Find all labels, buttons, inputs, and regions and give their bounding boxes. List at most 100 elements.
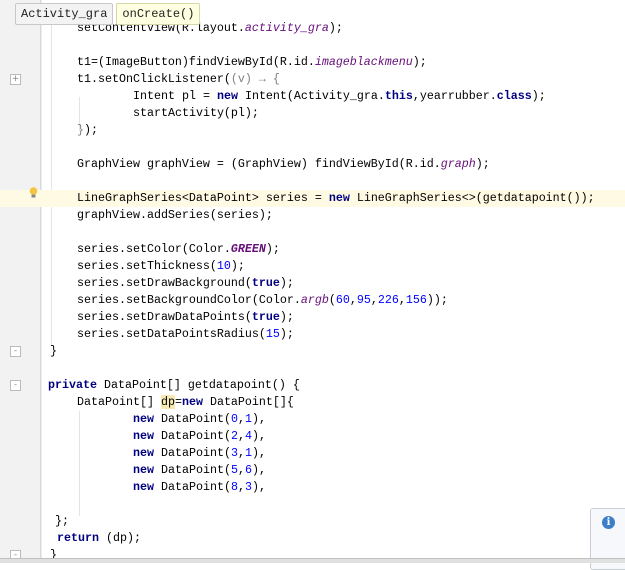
code-token: new — [328, 191, 350, 205]
code-token: ), — [251, 429, 266, 443]
code-token: true — [251, 310, 280, 324]
code-token: true — [251, 276, 280, 290]
code-token: 95 — [356, 293, 371, 307]
code-text: series.setDataPointsRadius(15); — [77, 326, 294, 343]
code-token: 156 — [405, 293, 427, 307]
code-token: ), — [251, 480, 266, 494]
code-line[interactable]: series.setBackgroundColor(Color.argb(60,… — [0, 292, 625, 309]
code-token: new — [133, 463, 154, 477]
code-line[interactable]: new DataPoint(0,1), — [0, 411, 625, 428]
code-token: 2 — [230, 429, 238, 443]
code-token: DataPoint( — [154, 480, 231, 494]
code-line[interactable]: series.setDrawDataPoints(true); — [0, 309, 625, 326]
code-token: new — [181, 395, 203, 409]
code-line[interactable]: new DataPoint(3,1), — [0, 445, 625, 462]
code-token: 4 — [244, 429, 252, 443]
code-line[interactable]: GraphView graphView = (GraphView) findVi… — [0, 156, 625, 173]
code-token: ); — [328, 21, 343, 35]
lightbulb-icon[interactable] — [29, 187, 38, 198]
code-token: LineGraphSeries<DataPoint> series = — [77, 191, 329, 205]
code-token: private — [48, 378, 97, 392]
code-text: new DataPoint(8,3), — [133, 479, 266, 496]
code-line[interactable] — [0, 496, 625, 513]
breadcrumb-method[interactable]: onCreate() — [116, 3, 201, 25]
code-token: ); — [230, 259, 245, 273]
code-line[interactable]: }; — [0, 513, 625, 530]
code-token: series.setDrawDataPoints( — [77, 310, 252, 324]
code-token: ); — [412, 55, 427, 69]
code-token: series.setColor(Color. — [77, 242, 231, 256]
code-line[interactable]: return (dp); — [0, 530, 625, 547]
code-token: new — [133, 412, 154, 426]
code-line[interactable]: } — [0, 343, 625, 360]
code-token: , — [237, 446, 245, 460]
breadcrumb-class[interactable]: Activity_gra — [15, 3, 114, 25]
code-token: class — [496, 89, 532, 103]
code-token: 226 — [377, 293, 399, 307]
code-token: Intent(Activity_gra. — [237, 89, 385, 103]
code-line[interactable]: t1.setOnClickListener((v) → { — [0, 71, 625, 88]
code-token: , — [237, 429, 245, 443]
code-token: (v) → { — [230, 72, 280, 86]
code-token: 0 — [230, 412, 238, 426]
code-token: GraphView graphView = (GraphView) findVi… — [77, 157, 441, 171]
code-text: Intent pl = new Intent(Activity_gra.this… — [133, 88, 546, 105]
code-text: graphView.addSeries(series); — [77, 207, 273, 224]
code-line[interactable]: new DataPoint(2,4), — [0, 428, 625, 445]
code-text: private DataPoint[] getdatapoint() { — [48, 377, 300, 394]
code-line[interactable]: startActivity(pl); — [0, 105, 625, 122]
code-line[interactable] — [0, 139, 625, 156]
code-token: Intent pl = — [133, 89, 217, 103]
code-text: new DataPoint(3,1), — [133, 445, 266, 462]
code-line[interactable]: series.setDataPointsRadius(15); — [0, 326, 625, 343]
code-line[interactable]: }); — [0, 122, 625, 139]
code-text: GraphView graphView = (GraphView) findVi… — [77, 156, 490, 173]
code-token: this — [384, 89, 413, 103]
info-icon: i — [602, 516, 615, 529]
code-token: ), — [251, 446, 266, 460]
fold-expand-icon[interactable]: + — [10, 74, 21, 85]
code-text: }); — [77, 122, 98, 139]
code-text: series.setThickness(10); — [77, 258, 245, 275]
code-token: ); — [84, 123, 98, 137]
fold-collapse-icon[interactable]: - — [10, 380, 21, 391]
code-line[interactable]: new DataPoint(8,3), — [0, 479, 625, 496]
code-line[interactable]: series.setColor(Color.GREEN); — [0, 241, 625, 258]
fold-collapse-icon[interactable]: - — [10, 346, 21, 357]
code-line[interactable]: new DataPoint(5,6), — [0, 462, 625, 479]
code-token: }; — [55, 514, 69, 528]
code-token: )); — [426, 293, 448, 307]
code-token: , — [370, 293, 378, 307]
code-token: 60 — [335, 293, 350, 307]
code-line[interactable] — [0, 173, 625, 190]
code-line[interactable]: LineGraphSeries<DataPoint> series = new … — [0, 190, 625, 207]
code-line[interactable]: series.setDrawBackground(true); — [0, 275, 625, 292]
code-line[interactable]: series.setThickness(10); — [0, 258, 625, 275]
code-line[interactable] — [0, 37, 625, 54]
code-text: series.setDrawBackground(true); — [77, 275, 294, 292]
code-line[interactable]: graphView.addSeries(series); — [0, 207, 625, 224]
code-token: series.setThickness( — [77, 259, 217, 273]
code-text: series.setDrawDataPoints(true); — [77, 309, 294, 326]
code-token: graphView.addSeries(series); — [77, 208, 273, 222]
code-token: t1.setOnClickListener( — [77, 72, 231, 86]
code-line[interactable] — [0, 224, 625, 241]
code-line[interactable] — [0, 360, 625, 377]
code-text: } — [50, 343, 57, 360]
code-token: new — [133, 480, 154, 494]
code-token: , — [349, 293, 357, 307]
code-line[interactable]: DataPoint[] dp=new DataPoint[]{ — [0, 394, 625, 411]
code-text: t1.setOnClickListener((v) → { — [77, 71, 280, 88]
code-text: series.setBackgroundColor(Color.argb(60,… — [77, 292, 448, 309]
code-token: 10 — [216, 259, 231, 273]
code-line[interactable]: t1=(ImageButton)findViewById(R.id.imageb… — [0, 54, 625, 71]
code-token: 5 — [230, 463, 238, 477]
code-token: 3 — [230, 446, 238, 460]
code-line[interactable]: Intent pl = new Intent(Activity_gra.this… — [0, 88, 625, 105]
code-line[interactable]: private DataPoint[] getdatapoint() { — [0, 377, 625, 394]
code-token: return — [57, 531, 99, 545]
code-token: new — [133, 446, 154, 460]
code-token: 15 — [265, 327, 280, 341]
code-token: ); — [265, 242, 280, 256]
code-token: ( — [328, 293, 336, 307]
